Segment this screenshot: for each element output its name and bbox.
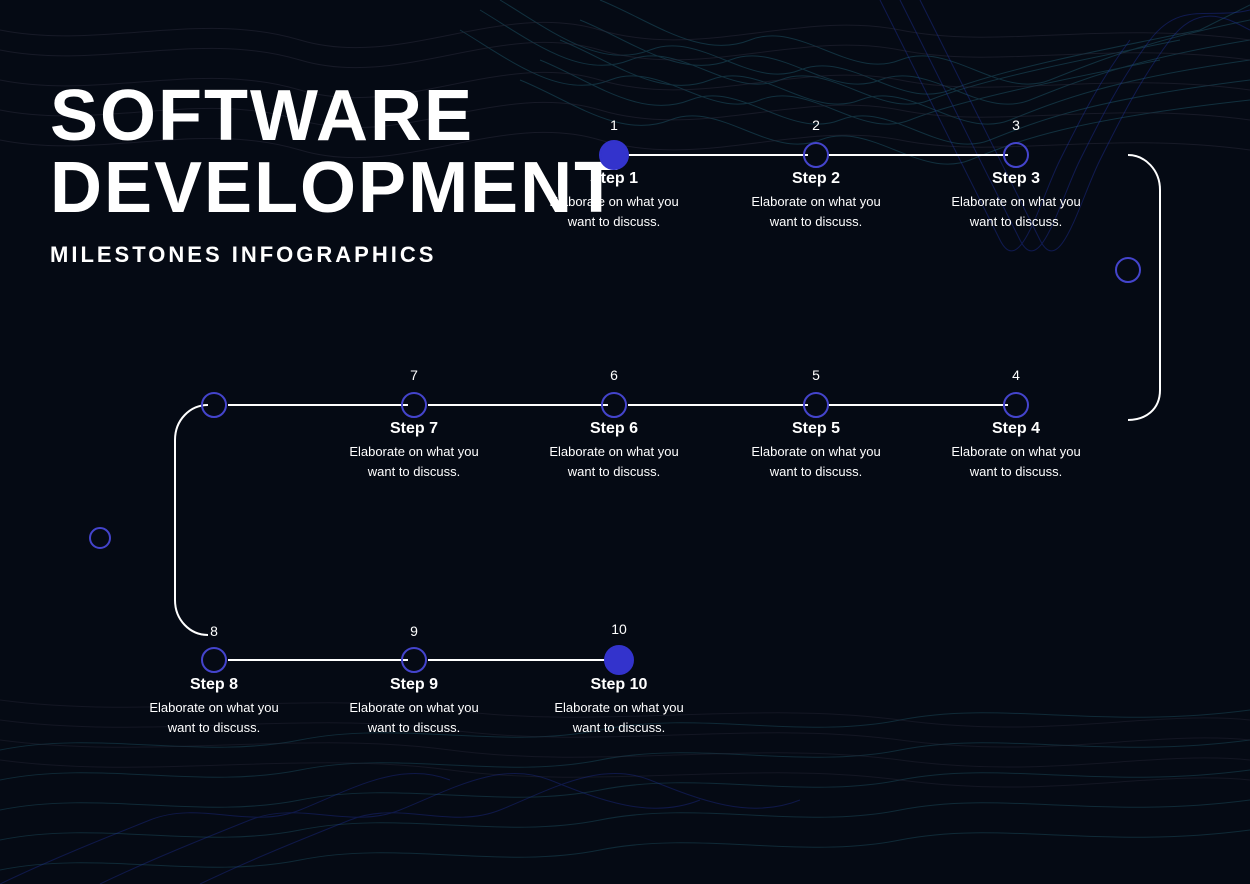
svg-text:1: 1 [610,117,618,133]
svg-text:7: 7 [410,367,418,383]
svg-text:5: 5 [812,367,820,383]
svg-text:6: 6 [610,367,618,383]
svg-text:8: 8 [210,623,218,639]
svg-text:3: 3 [1012,117,1020,133]
svg-text:2: 2 [812,117,820,133]
svg-text:4: 4 [1012,367,1020,383]
svg-text:9: 9 [410,623,418,639]
svg-text:10: 10 [611,621,627,637]
